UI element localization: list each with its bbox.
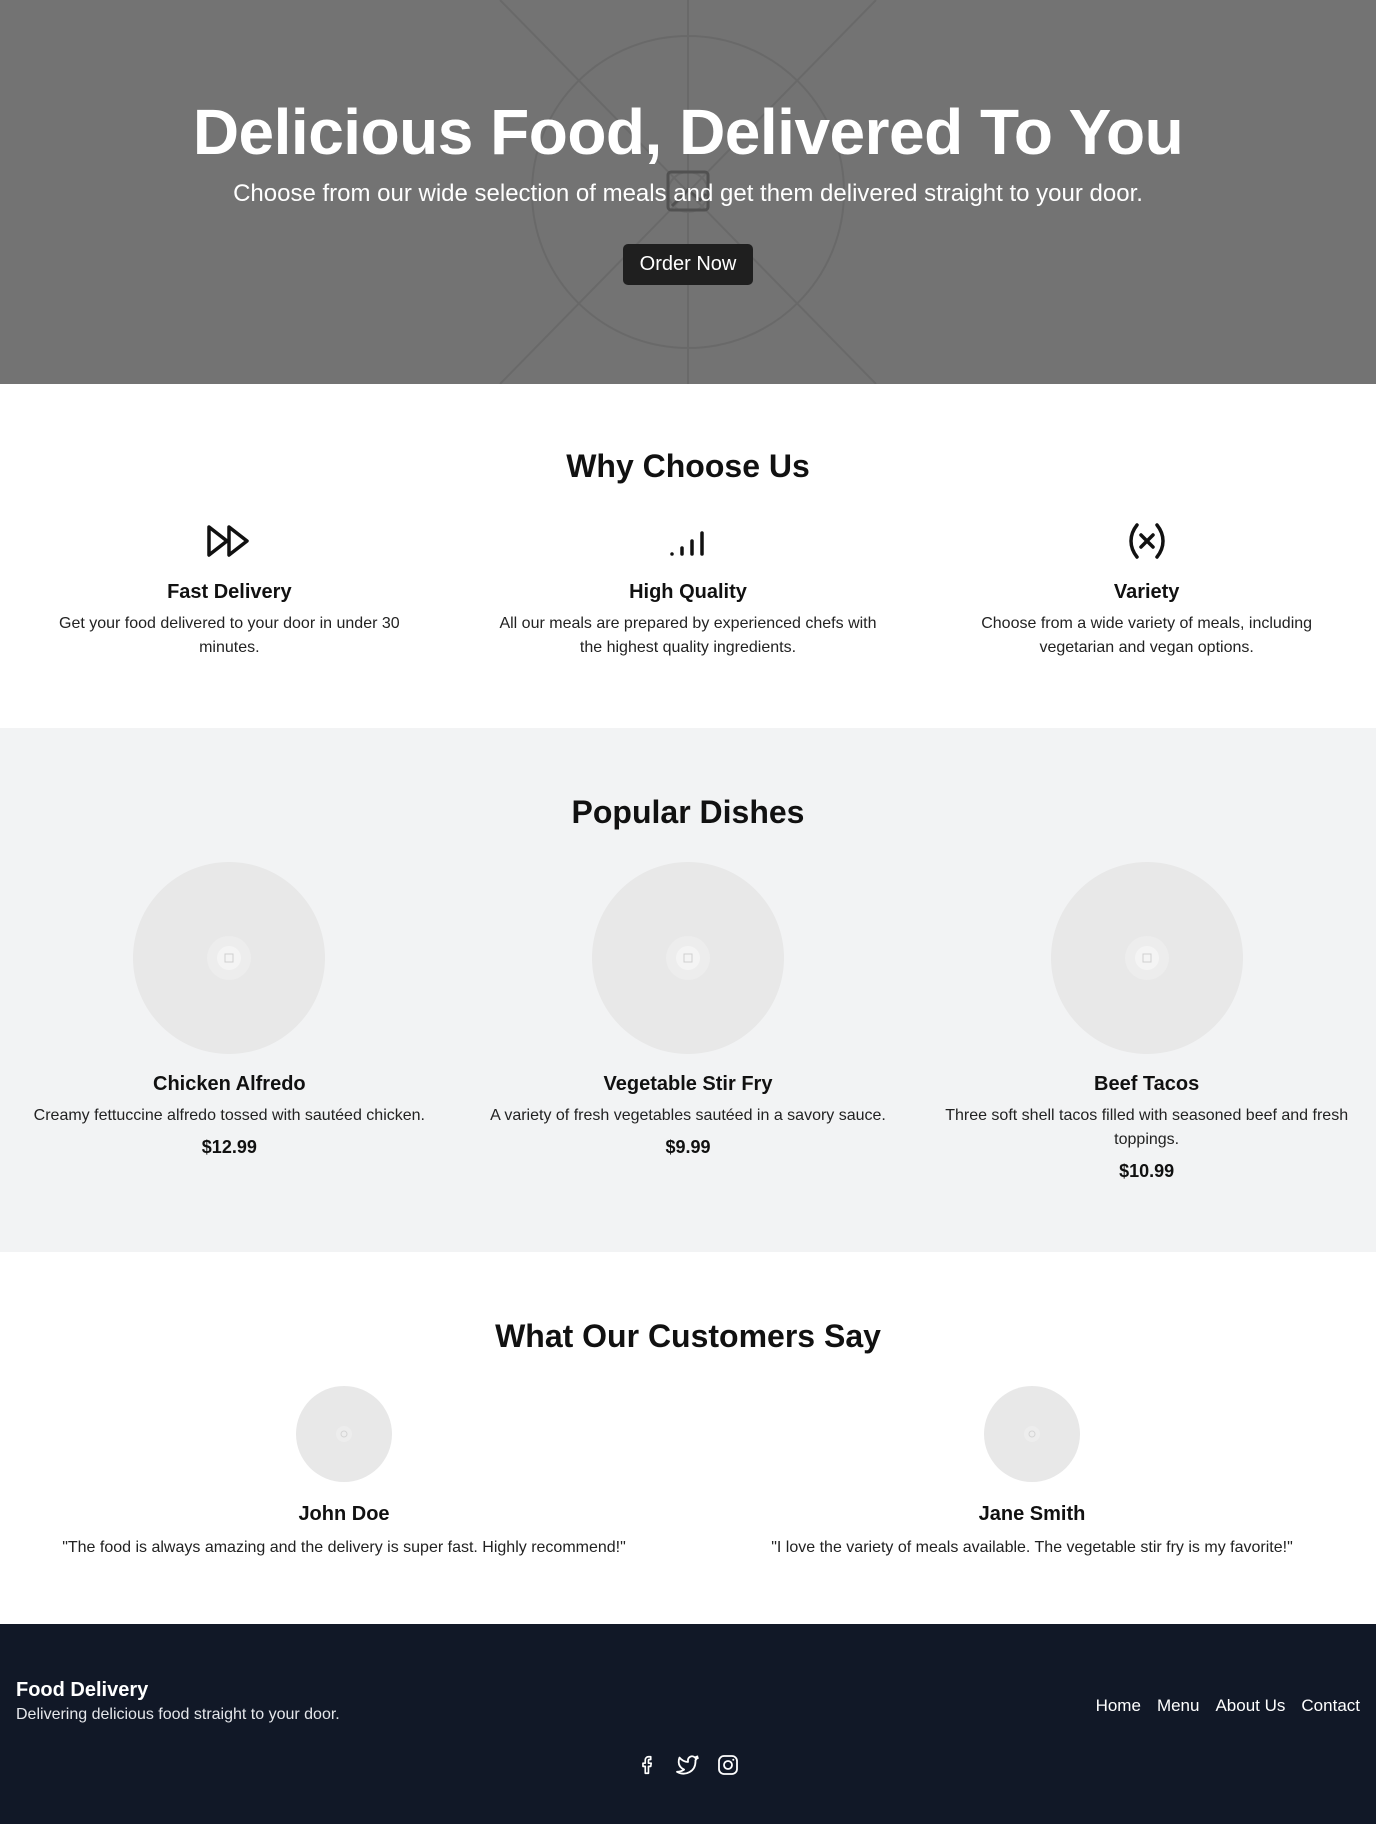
customer-name: Jane Smith (978, 1503, 1086, 1525)
footer-link-menu[interactable]: Menu (1157, 1696, 1200, 1716)
feature-title: Fast Delivery (167, 581, 292, 603)
footer: Food Delivery Delivering delicious food … (0, 1624, 1376, 1824)
dishes-section: Popular Dishes Chicken Alfredo Creamy fe… (0, 728, 1376, 1252)
order-now-button[interactable]: Order Now (622, 244, 754, 285)
footer-nav: Home Menu About Us Contact (1096, 1696, 1360, 1716)
avatar (296, 1386, 392, 1482)
feature-card: Fast Delivery Get your food delivered to… (0, 516, 459, 660)
dish-description: A variety of fresh vegetables sautéed in… (490, 1107, 886, 1124)
dish-card: Chicken Alfredo Creamy fettuccine alfred… (0, 862, 459, 1184)
avatar (984, 1386, 1080, 1482)
dishes-title: Popular Dishes (571, 794, 805, 830)
dish-card: Beef Tacos Three soft shell tacos filled… (917, 862, 1376, 1184)
testimonial-card: Jane Smith "I love the variety of meals … (688, 1386, 1376, 1560)
footer-link-home[interactable]: Home (1096, 1696, 1141, 1716)
dish-name: Chicken Alfredo (153, 1073, 306, 1095)
dish-description: Creamy fettuccine alfredo tossed with sa… (33, 1107, 425, 1124)
footer-link-contact[interactable]: Contact (1301, 1696, 1360, 1716)
dish-price: $9.99 (665, 1137, 711, 1157)
features-title: Why Choose Us (566, 448, 810, 484)
testimonial-card: John Doe "The food is always amazing and… (0, 1386, 688, 1560)
testimonials-title: What Our Customers Say (495, 1318, 881, 1354)
footer-link-about[interactable]: About Us (1215, 1696, 1285, 1716)
dish-name: Beef Tacos (1094, 1073, 1200, 1095)
variable-icon (917, 516, 1376, 566)
dish-name: Vegetable Stir Fry (603, 1073, 773, 1095)
feature-card: High Quality All our meals are prepared … (459, 516, 918, 660)
feature-text: Get your food delivered to your door in … (59, 615, 400, 656)
feature-title: Variety (1113, 581, 1180, 603)
hero-title: Delicious Food, Delivered To You (192, 96, 1184, 168)
facebook-icon[interactable] (635, 1752, 661, 1778)
fast-forward-icon (0, 516, 459, 566)
customer-quote: "I love the variety of meals available. … (771, 1539, 1293, 1556)
dish-price: $12.99 (201, 1137, 257, 1157)
customer-quote: "The food is always amazing and the deli… (62, 1539, 626, 1556)
feature-text: Choose from a wide variety of meals, inc… (981, 615, 1313, 656)
testimonials-section: What Our Customers Say John Doe "The foo… (0, 1252, 1376, 1624)
feature-title: High Quality (629, 581, 747, 603)
signal-bars-icon (459, 516, 918, 566)
twitter-icon[interactable] (675, 1752, 701, 1778)
hero-subtitle: Choose from our wide selection of meals … (233, 180, 1143, 207)
footer-brand: Food Delivery Delivering delicious food … (16, 1676, 340, 1726)
customer-name: John Doe (298, 1503, 390, 1525)
footer-brand-name: Food Delivery (16, 1679, 149, 1701)
features-section: Why Choose Us Fast Delivery Get your foo… (0, 384, 1376, 728)
footer-tagline: Delivering delicious food straight to yo… (16, 1706, 340, 1723)
social-links (0, 1752, 1376, 1778)
dish-image-placeholder (133, 862, 326, 1054)
instagram-icon[interactable] (715, 1752, 741, 1778)
dish-description: Three soft shell tacos filled with seaso… (945, 1107, 1349, 1148)
dish-image-placeholder (591, 862, 784, 1054)
feature-card: Variety Choose from a wide variety of me… (917, 516, 1376, 660)
dish-card: Vegetable Stir Fry A variety of fresh ve… (459, 862, 918, 1184)
hero-section: Delicious Food, Delivered To You Choose … (0, 0, 1376, 384)
dish-image-placeholder (1050, 862, 1243, 1054)
feature-text: All our meals are prepared by experience… (499, 615, 877, 656)
dish-price: $10.99 (1119, 1161, 1175, 1181)
